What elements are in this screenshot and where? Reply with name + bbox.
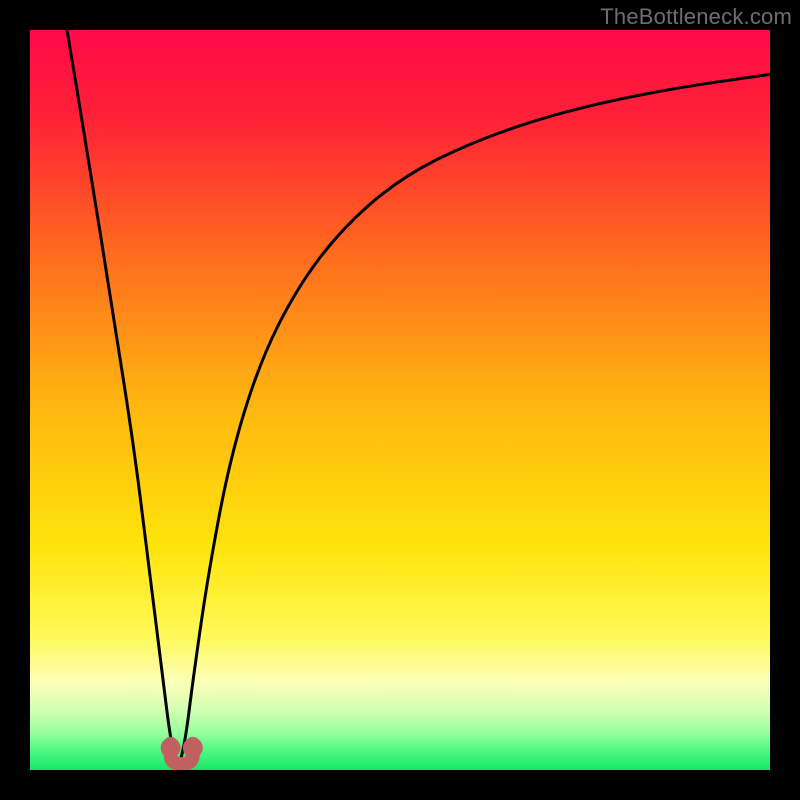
watermark-text: TheBottleneck.com <box>600 4 792 30</box>
plot-area <box>30 30 770 770</box>
chart-frame: TheBottleneck.com <box>0 0 800 800</box>
background-gradient <box>30 30 770 770</box>
